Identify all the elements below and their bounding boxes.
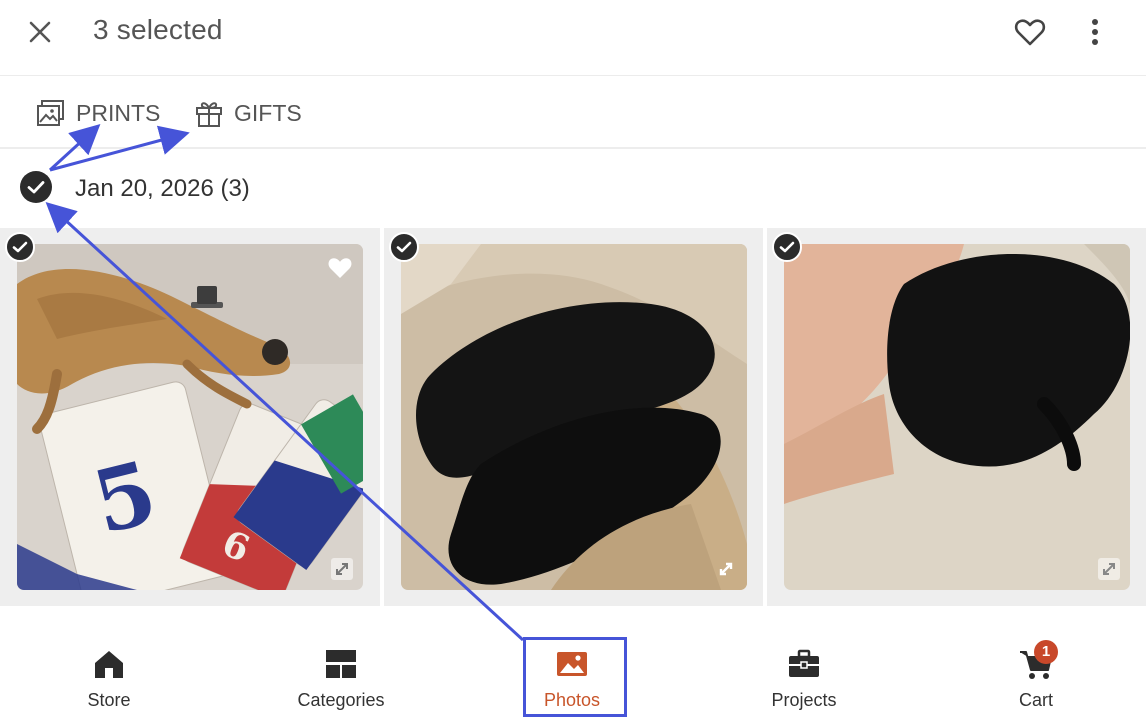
close-icon xyxy=(29,21,51,43)
date-group-header: Jan 20, 2026 (3) xyxy=(0,152,1146,228)
bottom-navigation: Store Categories Photos Projects 1 Cart xyxy=(0,606,1146,720)
prints-label: PRINTS xyxy=(76,99,161,126)
photo-thumbnail[interactable] xyxy=(401,244,747,590)
nav-cart-label: Cart xyxy=(1018,690,1053,710)
action-bar: PRINTS GIFTS xyxy=(0,77,1146,149)
check-icon xyxy=(396,241,412,253)
photo-select-checkbox[interactable] xyxy=(389,232,419,262)
puppies-photo xyxy=(401,244,747,590)
nav-store-label: Store xyxy=(87,690,131,710)
nav-cart[interactable]: 1 Cart xyxy=(966,640,1106,716)
selection-count-title: 3 selected xyxy=(93,14,223,45)
photo-grid: 5 6 xyxy=(0,228,1146,606)
gifts-button[interactable]: GIFTS xyxy=(194,95,302,131)
more-options-button[interactable] xyxy=(1080,14,1110,50)
nav-store[interactable]: Store xyxy=(39,646,179,716)
check-icon xyxy=(27,181,45,194)
nav-categories-label: Categories xyxy=(297,690,385,710)
nav-categories[interactable]: Categories xyxy=(271,646,411,716)
nav-projects-label: Projects xyxy=(771,690,837,710)
check-icon xyxy=(779,241,795,253)
home-icon xyxy=(95,651,123,678)
select-group-checkbox[interactable] xyxy=(20,171,52,203)
close-selection-button[interactable] xyxy=(24,16,56,48)
date-group-label: Jan 20, 2026 (3) xyxy=(75,175,250,202)
check-icon xyxy=(12,241,28,253)
expand-icon[interactable] xyxy=(1098,558,1120,580)
nav-photos[interactable]: Photos xyxy=(502,646,642,716)
heart-outline-icon xyxy=(1014,19,1046,46)
gifts-label: GIFTS xyxy=(234,99,302,126)
photo-tile[interactable] xyxy=(384,228,763,606)
nav-projects[interactable]: Projects xyxy=(734,646,874,716)
favorite-button[interactable] xyxy=(1012,14,1048,50)
cart-count-badge: 1 xyxy=(1034,640,1058,664)
puppy-hand-photo xyxy=(784,244,1130,590)
gift-icon xyxy=(196,102,222,127)
more-vert-icon xyxy=(1092,19,1098,45)
briefcase-icon xyxy=(789,649,819,677)
photo-tile[interactable] xyxy=(767,228,1146,606)
expand-icon[interactable] xyxy=(331,558,353,580)
prints-button[interactable]: PRINTS xyxy=(36,95,160,131)
photo-select-checkbox[interactable] xyxy=(772,232,802,262)
photo-thumbnail[interactable] xyxy=(784,244,1130,590)
lizard-photo: 5 6 xyxy=(17,244,363,590)
photo-icon xyxy=(557,652,587,676)
photo-tile[interactable]: 5 6 xyxy=(0,228,380,606)
photo-thumbnail[interactable]: 5 6 xyxy=(17,244,363,590)
photo-select-checkbox[interactable] xyxy=(5,232,35,262)
prints-icon xyxy=(37,100,64,126)
nav-photos-label: Photos xyxy=(543,690,601,710)
selection-header: 3 selected xyxy=(0,0,1146,76)
categories-icon xyxy=(326,650,356,678)
